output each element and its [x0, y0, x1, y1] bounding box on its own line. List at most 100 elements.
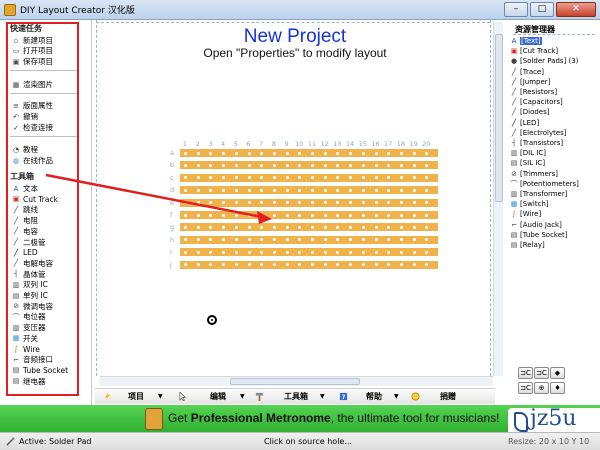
quick-item-2[interactable]: ▣ 保存项目 — [12, 56, 53, 67]
toolbox-item-17[interactable]: ▤ Tube Socket — [12, 365, 68, 376]
explorer-item-3[interactable]: ╱ [Trace] — [510, 67, 544, 77]
maximize-button[interactable]: □ — [530, 2, 554, 17]
strip-hole[interactable] — [323, 188, 327, 192]
strip-hole[interactable] — [349, 163, 353, 167]
strip-hole[interactable] — [196, 163, 200, 167]
quick-item-5[interactable]: ↶ 撤销 — [12, 111, 38, 122]
strip-hole[interactable] — [285, 176, 289, 180]
strip-hole[interactable] — [234, 250, 238, 254]
copper-strip[interactable] — [180, 211, 438, 219]
strip-hole[interactable] — [222, 201, 226, 205]
explorer-item-7[interactable]: ╱ [Diodes] — [510, 107, 550, 117]
strip-hole[interactable] — [209, 263, 213, 267]
strip-hole[interactable] — [412, 163, 416, 167]
strip-hole[interactable] — [196, 151, 200, 155]
strip-hole[interactable] — [260, 238, 264, 242]
strip-hole[interactable] — [387, 163, 391, 167]
strip-hole[interactable] — [399, 176, 403, 180]
explorer-item-4[interactable]: ╱ [Jumper] — [510, 77, 551, 87]
explorer-item-17[interactable]: ∫ [Wire] — [510, 209, 541, 219]
explorer-item-1[interactable]: ▣ [Cut Track] — [510, 46, 558, 56]
strip-hole[interactable] — [387, 263, 391, 267]
strip-hole[interactable] — [285, 250, 289, 254]
strip-hole[interactable] — [184, 225, 187, 229]
strip-hole[interactable] — [222, 163, 226, 167]
copper-strip[interactable] — [180, 173, 438, 182]
strip-hole[interactable] — [412, 188, 416, 192]
quick-item-8[interactable]: ◍ 在线作品 — [12, 155, 53, 166]
strip-hole[interactable] — [311, 238, 314, 242]
strip-hole[interactable] — [425, 225, 429, 229]
strip-hole[interactable] — [387, 238, 391, 242]
strip-hole[interactable] — [196, 213, 200, 217]
strip-hole[interactable] — [247, 238, 251, 242]
strip-hole[interactable] — [298, 225, 302, 229]
strip-hole[interactable] — [272, 263, 276, 267]
strip-hole[interactable] — [209, 213, 213, 217]
strip-hole[interactable] — [196, 225, 200, 229]
strip-hole[interactable] — [361, 263, 365, 267]
strip-hole[interactable] — [285, 213, 289, 217]
strip-hole[interactable] — [234, 238, 238, 242]
strip-hole[interactable] — [399, 238, 403, 242]
strip-hole[interactable] — [222, 188, 226, 192]
strip-hole[interactable] — [234, 176, 238, 180]
strip-hole[interactable] — [399, 201, 403, 205]
strip-hole[interactable] — [209, 225, 213, 229]
strip-hole[interactable] — [399, 250, 403, 254]
strip-hole[interactable] — [196, 263, 200, 267]
strip-hole[interactable] — [361, 238, 365, 242]
strip-hole[interactable] — [336, 213, 340, 217]
strip-hole[interactable] — [311, 188, 314, 192]
strip-hole[interactable] — [247, 250, 251, 254]
strip-hole[interactable] — [260, 176, 264, 180]
strip-hole[interactable] — [298, 188, 302, 192]
copper-strip[interactable] — [180, 235, 438, 244]
strip-hole[interactable] — [323, 201, 327, 205]
explorer-item-20[interactable]: ▤ [Relay] — [510, 240, 545, 250]
strip-hole[interactable] — [323, 238, 327, 242]
strip-hole[interactable] — [361, 250, 365, 254]
strip-hole[interactable] — [336, 188, 340, 192]
quick-item-6[interactable]: ✓ 检查连接 — [12, 122, 53, 133]
strip-hole[interactable] — [234, 163, 238, 167]
toolbox-item-15[interactable]: ∫ Wire — [12, 344, 40, 355]
strip-hole[interactable] — [336, 263, 340, 267]
strip-hole[interactable] — [425, 201, 429, 205]
toolbox-item-0[interactable]: A 文本 — [12, 183, 38, 194]
strip-hole[interactable] — [298, 213, 302, 217]
copper-strip[interactable] — [180, 248, 438, 257]
strip-hole[interactable] — [272, 188, 276, 192]
strip-hole[interactable] — [399, 163, 403, 167]
strip-hole[interactable] — [412, 213, 416, 217]
strip-hole[interactable] — [222, 176, 226, 180]
strip-hole[interactable] — [412, 238, 416, 242]
strip-hole[interactable] — [234, 201, 238, 205]
toolbox-item-12[interactable]: ⌒ 电位器 — [12, 311, 46, 322]
strip-hole[interactable] — [425, 213, 429, 217]
strip-hole[interactable] — [247, 213, 251, 217]
toolbox-item-7[interactable]: ╱ 电解电容 — [12, 258, 53, 269]
strip-hole[interactable] — [209, 163, 213, 167]
explorer-item-0[interactable]: A [Text] — [510, 36, 542, 46]
copper-strip[interactable] — [180, 149, 438, 157]
solder-pad[interactable] — [207, 315, 217, 325]
copper-strip[interactable] — [180, 260, 438, 269]
strip-hole[interactable] — [374, 213, 378, 217]
strip-hole[interactable] — [336, 201, 340, 205]
strip-hole[interactable] — [260, 163, 264, 167]
strip-hole[interactable] — [374, 238, 378, 242]
rotate-button[interactable]: ◆ — [550, 367, 565, 379]
distribute-button[interactable]: ♦ — [550, 382, 565, 394]
strip-hole[interactable] — [311, 225, 314, 229]
strip-hole[interactable] — [311, 163, 314, 167]
strip-hole[interactable] — [209, 250, 213, 254]
strip-hole[interactable] — [184, 188, 187, 192]
strip-hole[interactable] — [387, 225, 391, 229]
strip-hole[interactable] — [311, 201, 314, 205]
strip-hole[interactable] — [425, 151, 429, 155]
close-button[interactable]: ✕ — [556, 2, 596, 17]
strip-hole[interactable] — [247, 263, 251, 267]
toolbox-item-14[interactable]: ▦ 开关 — [12, 333, 38, 344]
strip-hole[interactable] — [222, 225, 226, 229]
